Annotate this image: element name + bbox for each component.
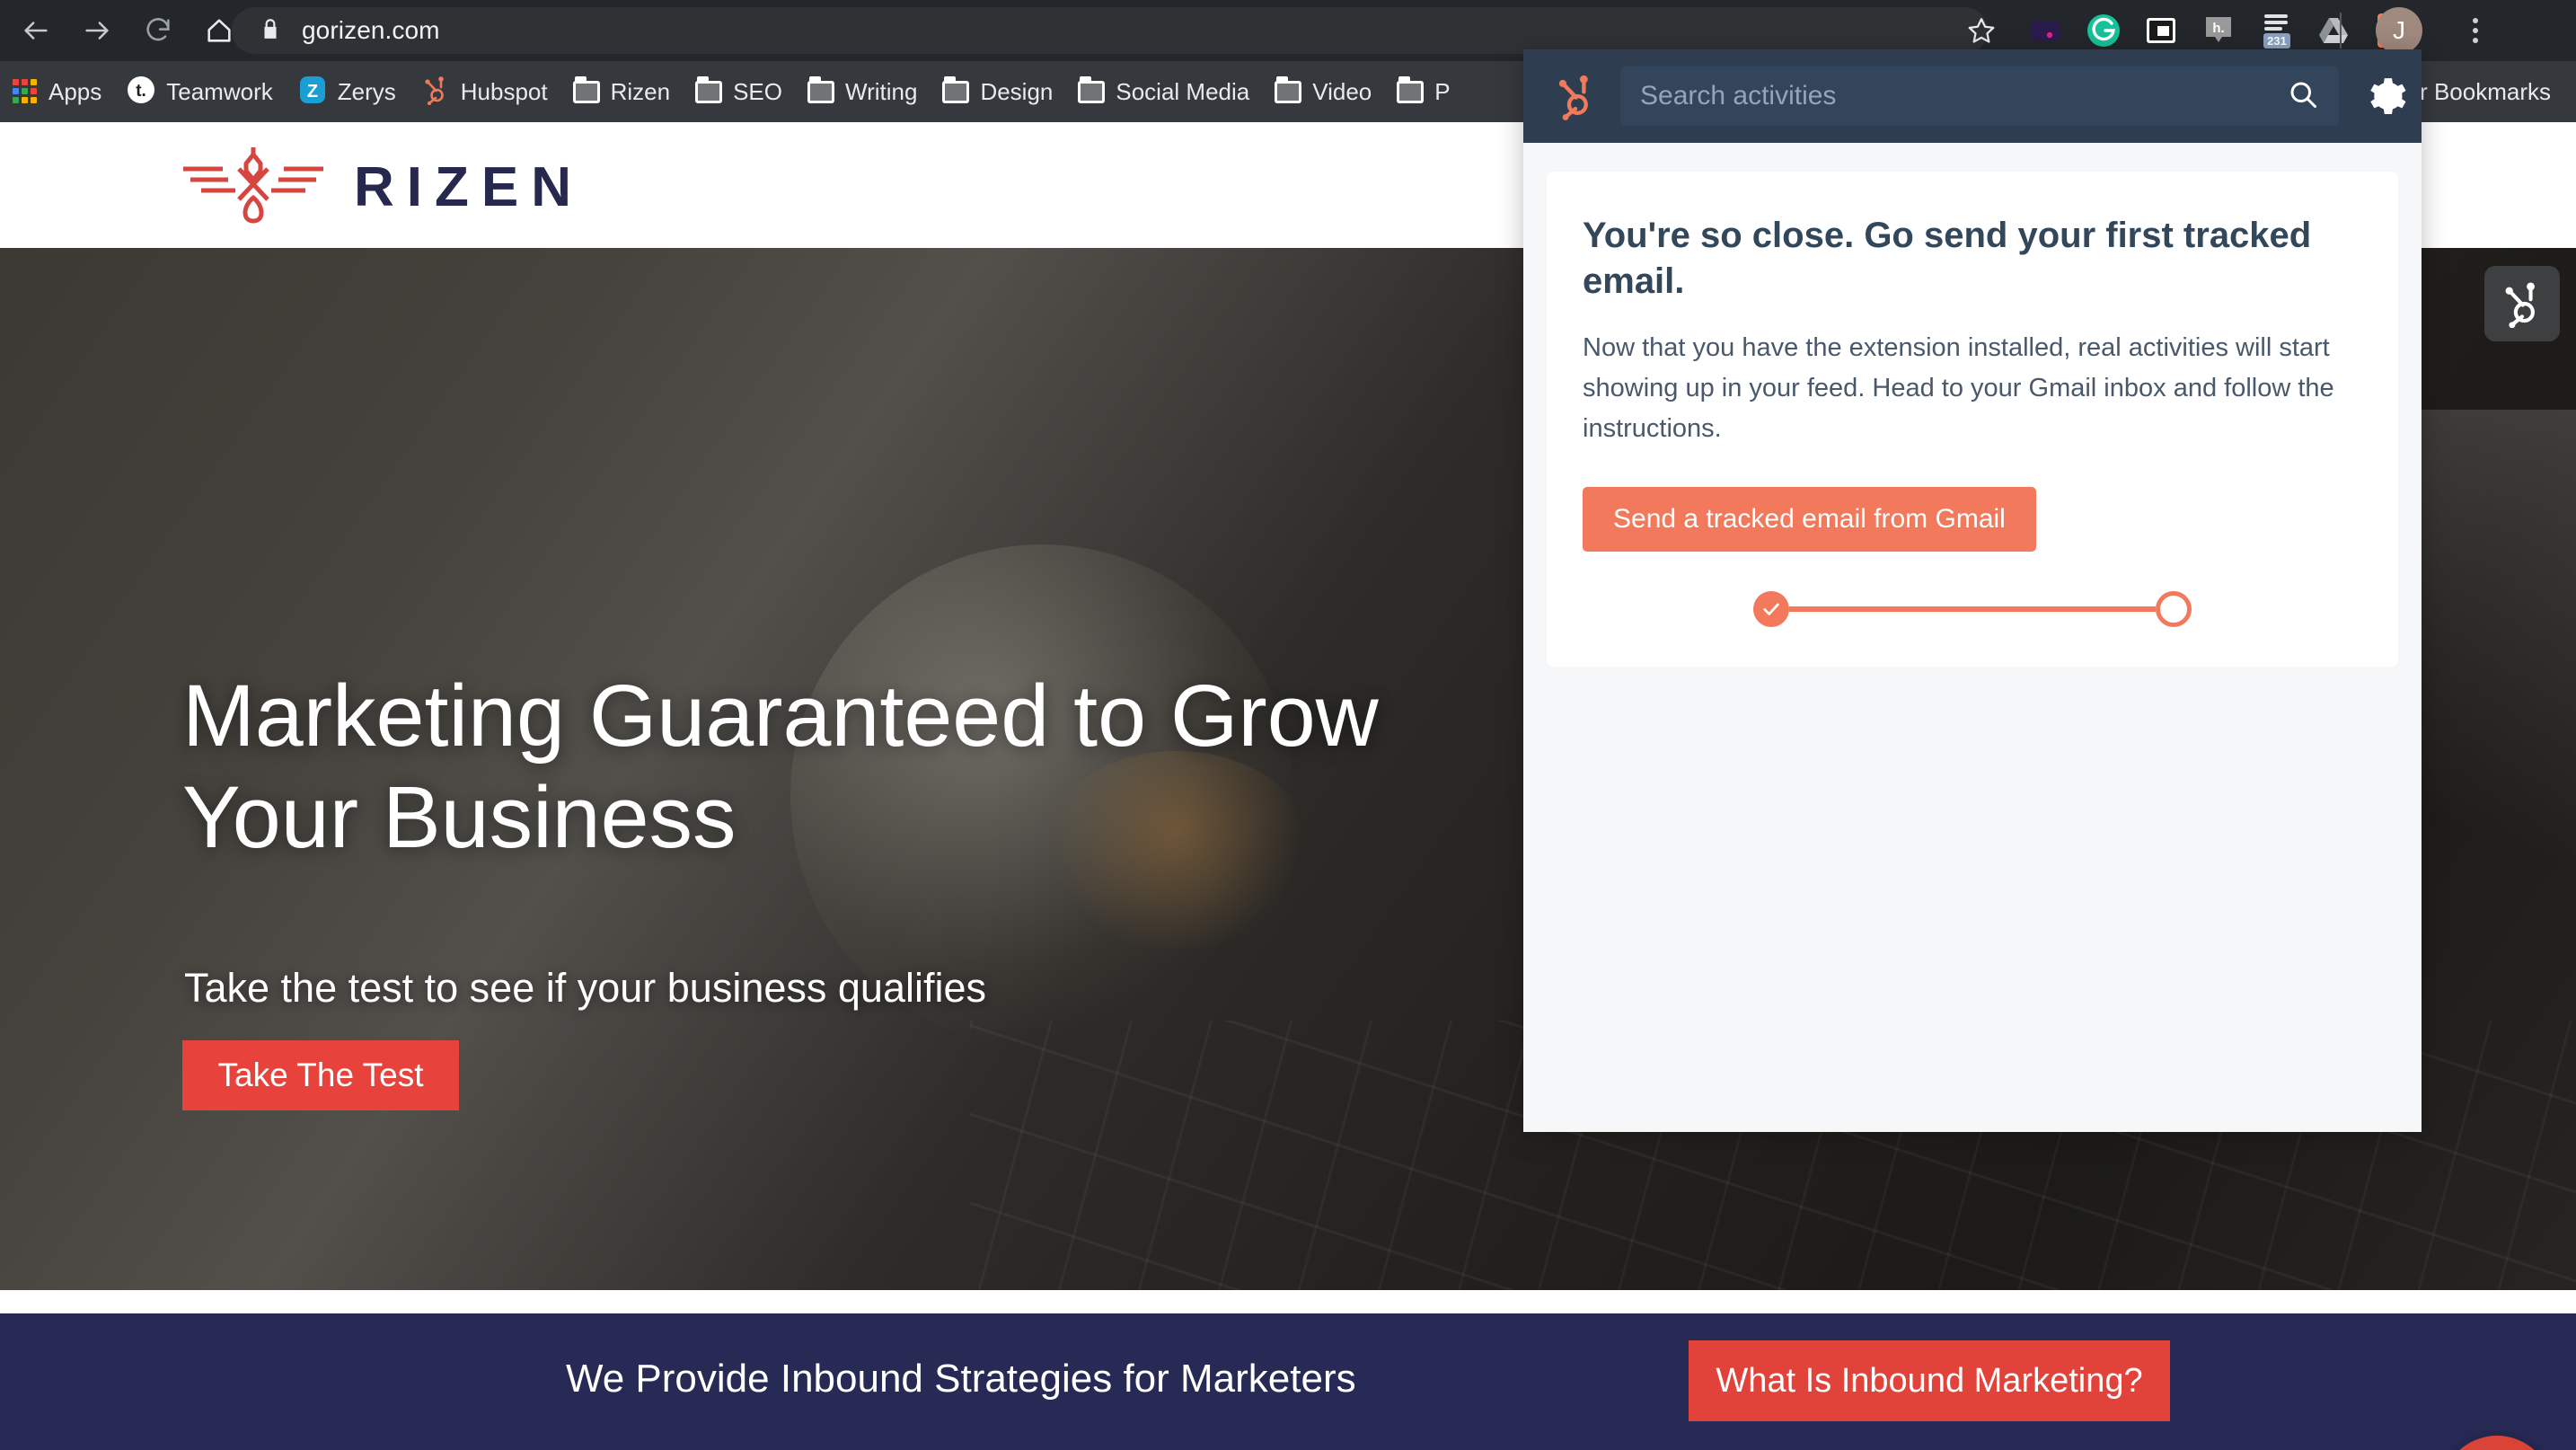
- bookmark-label: Apps: [49, 77, 102, 105]
- bookmark-folder-seo[interactable]: SEO: [683, 61, 795, 122]
- hubspot-sprocket-icon: [421, 75, 450, 110]
- folder-icon: [1275, 75, 1302, 103]
- search-input[interactable]: [1640, 81, 2287, 111]
- hero-subtitle: Take the test to see if your business qu…: [184, 965, 986, 1011]
- take-the-test-button[interactable]: Take The Test: [182, 1040, 459, 1110]
- folder-icon: [807, 75, 834, 103]
- folder-icon: [942, 75, 970, 103]
- search-activities-field[interactable]: [1620, 66, 2339, 126]
- bookmark-zerys[interactable]: Z Zerys: [286, 61, 409, 122]
- folder-icon: [1397, 75, 1425, 103]
- rizen-eagle-icon: [178, 144, 329, 231]
- bookmark-hubspot[interactable]: Hubspot: [409, 61, 560, 122]
- reload-icon[interactable]: [133, 5, 183, 56]
- bookmark-folder-design[interactable]: Design: [930, 61, 1065, 122]
- folder-extension-icon[interactable]: [2021, 5, 2071, 56]
- bookmark-folder-writing[interactable]: Writing: [795, 61, 930, 122]
- progress-step-complete: [1753, 591, 1789, 628]
- lock-icon: [259, 16, 282, 46]
- extension-icons: h. 231: [2021, 5, 2416, 56]
- onboarding-card-title: You're so close. Go send your first trac…: [1583, 216, 2312, 302]
- apps-grid-icon: [13, 79, 38, 104]
- gear-icon[interactable]: [2355, 66, 2414, 126]
- bookmark-label: Rizen: [610, 77, 671, 105]
- bookmark-label: Hubspot: [460, 77, 548, 105]
- inbound-banner-text: We Provide Inbound Strategies for Market…: [566, 1357, 1356, 1401]
- site-logo[interactable]: RIZEN: [178, 144, 584, 231]
- progress-connector: [1789, 606, 2156, 613]
- bookmark-label: Teamwork: [166, 77, 273, 105]
- other-bookmarks-label: r Bookmarks: [2420, 77, 2551, 105]
- grammarly-extension-icon[interactable]: [2078, 5, 2129, 56]
- picture-in-picture-extension-icon[interactable]: [2136, 5, 2186, 56]
- back-arrow-icon[interactable]: [11, 5, 61, 56]
- drive-extension-icon[interactable]: [2308, 5, 2359, 56]
- onboarding-card: You're so close. Go send your first trac…: [1547, 172, 2398, 668]
- forward-arrow-icon[interactable]: [72, 5, 122, 56]
- bookmark-label: Social Media: [1116, 77, 1250, 105]
- onboarding-card-body: Now that you have the extension installe…: [1583, 333, 2334, 444]
- folder-icon: [695, 75, 723, 103]
- bookmark-teamwork[interactable]: t. Teamwork: [114, 61, 285, 122]
- chrome-menu-icon[interactable]: [2452, 7, 2499, 54]
- bookmark-label: P: [1434, 77, 1451, 105]
- svg-text:t.: t.: [136, 82, 146, 101]
- address-bar[interactable]: gorizen.com: [232, 7, 1988, 54]
- what-is-inbound-marketing-button[interactable]: What Is Inbound Marketing?: [1689, 1340, 2170, 1421]
- site-logo-text: RIZEN: [354, 156, 584, 218]
- bookmark-folder-p[interactable]: P: [1384, 61, 1462, 122]
- hubspot-panel-body: You're so close. Go send your first trac…: [1523, 143, 2422, 1132]
- folder-icon: [572, 75, 600, 103]
- search-icon[interactable]: [2287, 78, 2319, 115]
- progress-step-incomplete: [2156, 591, 2192, 628]
- address-bar-url: gorizen.com: [302, 16, 440, 44]
- bookmark-label: SEO: [733, 77, 782, 105]
- bookmark-star-icon[interactable]: [1958, 7, 2005, 54]
- avatar[interactable]: J: [2376, 7, 2422, 54]
- list-extension-icon[interactable]: 231: [2251, 5, 2301, 56]
- hero-title: Marketing Guaranteed to Grow Your Busine…: [182, 667, 1379, 867]
- svg-text:Z: Z: [307, 82, 318, 102]
- hubspot-activity-panel: You're so close. Go send your first trac…: [1523, 49, 2422, 1132]
- teamwork-icon: t.: [127, 75, 155, 109]
- bookmark-label: Zerys: [337, 77, 396, 105]
- send-tracked-email-button[interactable]: Send a tracked email from Gmail: [1583, 487, 2036, 553]
- list-extension-badge: 231: [2267, 34, 2287, 48]
- other-bookmarks-button[interactable]: r Bookmarks: [2420, 61, 2551, 122]
- folder-icon: [1078, 75, 1106, 103]
- hypothesis-extension-icon[interactable]: h.: [2193, 5, 2244, 56]
- bookmark-folder-rizen[interactable]: Rizen: [560, 61, 683, 122]
- page-hubspot-sprocket-icon[interactable]: [2484, 266, 2560, 341]
- hubspot-panel-header: [1523, 49, 2422, 143]
- bookmark-apps[interactable]: Apps: [0, 61, 114, 122]
- zerys-icon: Z: [298, 75, 327, 109]
- hubspot-sprocket-icon: [1550, 71, 1601, 121]
- check-icon: [1763, 603, 1779, 616]
- onboarding-progress: [1583, 591, 2362, 628]
- toolbar-divider: [2340, 13, 2342, 49]
- inbound-banner: We Provide Inbound Strategies for Market…: [0, 1313, 2576, 1450]
- bookmark-folder-video[interactable]: Video: [1262, 61, 1384, 122]
- bookmark-label: Video: [1312, 77, 1372, 105]
- bookmark-label: Design: [980, 77, 1054, 105]
- bookmark-label: Writing: [845, 77, 918, 105]
- svg-text:h.: h.: [2212, 21, 2224, 36]
- bookmark-folder-social-media[interactable]: Social Media: [1065, 61, 1262, 122]
